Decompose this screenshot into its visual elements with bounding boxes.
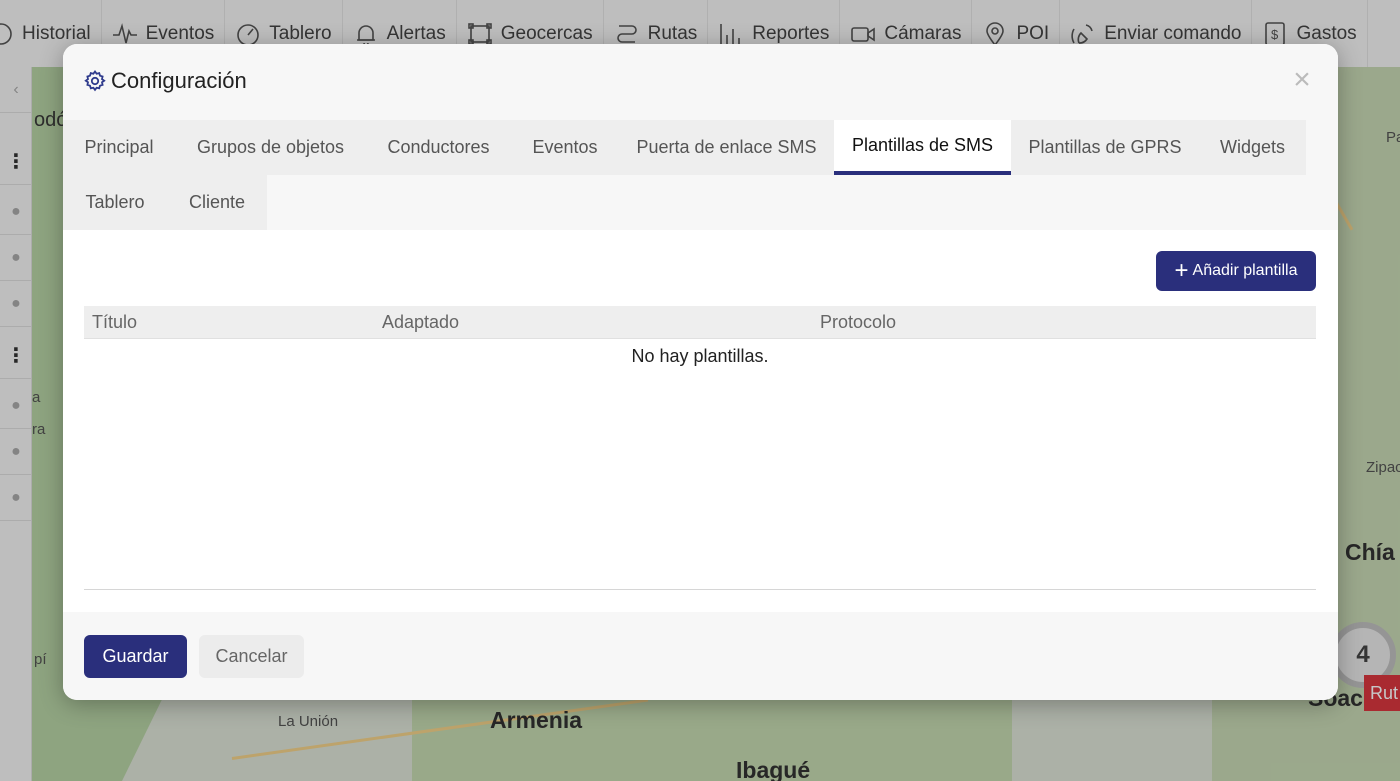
- table-header: Título Adaptado Protocolo: [84, 306, 1316, 339]
- plus-icon: +: [1174, 257, 1189, 284]
- tab-plantillas-de-sms[interactable]: Plantillas de SMS: [834, 120, 1011, 175]
- tab-tablero[interactable]: Tablero: [63, 175, 167, 230]
- tab-conductores[interactable]: Conductores: [366, 120, 511, 175]
- column-header-protocolo[interactable]: Protocolo: [820, 312, 896, 333]
- tab-widgets[interactable]: Widgets: [1199, 120, 1306, 175]
- add-template-button[interactable]: + Añadir plantilla: [1156, 251, 1316, 291]
- tab-grupos-de-objetos[interactable]: Grupos de objetos: [175, 120, 366, 175]
- tab-content: + Añadir plantilla Título Adaptado Proto…: [63, 230, 1338, 612]
- settings-tabs: Principal Grupos de objetos Conductores …: [63, 120, 1338, 230]
- add-template-label: Añadir plantilla: [1192, 262, 1298, 279]
- modal-title-text: Configuración: [111, 68, 247, 93]
- modal-header: Configuración ×: [63, 44, 1338, 120]
- tab-principal[interactable]: Principal: [63, 120, 175, 175]
- empty-table-message: No hay plantillas.: [631, 346, 769, 366]
- modal-footer: Guardar Cancelar: [63, 612, 1338, 700]
- divider: [84, 589, 1316, 590]
- close-icon[interactable]: ×: [1288, 65, 1316, 95]
- column-header-titulo[interactable]: Título: [92, 312, 137, 333]
- modal-title: Configuración: [83, 68, 247, 94]
- settings-modal: Configuración × Principal Grupos de obje…: [63, 44, 1338, 700]
- tab-eventos[interactable]: Eventos: [511, 120, 619, 175]
- tab-puerta-de-enlace-sms[interactable]: Puerta de enlace SMS: [619, 120, 834, 175]
- tab-cliente[interactable]: Cliente: [167, 175, 267, 230]
- gear-icon: [84, 69, 106, 92]
- tab-plantillas-de-gprs[interactable]: Plantillas de GPRS: [1011, 120, 1199, 175]
- save-button[interactable]: Guardar: [84, 635, 187, 678]
- cancel-button[interactable]: Cancelar: [199, 635, 304, 678]
- column-header-adaptado[interactable]: Adaptado: [382, 312, 459, 333]
